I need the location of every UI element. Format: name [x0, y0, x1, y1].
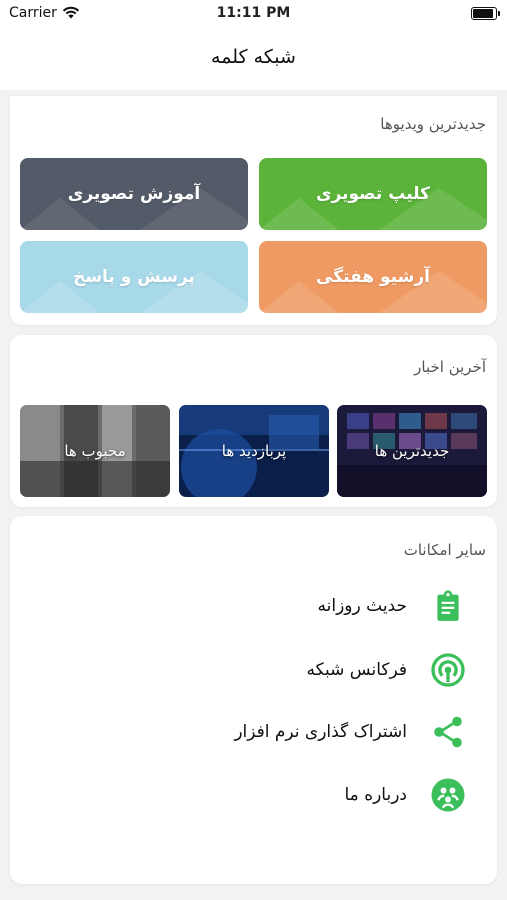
features-section-title: سایر امکانات	[403, 541, 486, 559]
clock: 11:11 PM	[216, 5, 291, 21]
menu-item-label: فرکانس شبکه	[306, 660, 407, 680]
videos-section-title: جدیدترین ویدیوها	[380, 115, 486, 133]
broadcast-icon	[429, 651, 467, 689]
news-card: آخرین اخبار جدیدترین ها پربازدید ها محبو…	[10, 335, 497, 507]
menu-item-daily-hadith[interactable]: حدیث روزانه	[67, 582, 467, 630]
status-bar: Carrier 11:11 PM	[0, 0, 507, 28]
about-icon	[429, 776, 467, 814]
tile-label: پرسش و پاسخ	[73, 267, 195, 287]
menu-item-label: درباره ما	[344, 785, 408, 805]
news-tile-label: پربازدید ها	[221, 442, 287, 460]
videos-card: جدیدترین ویدیوها کلیپ تصویری آموزش تصویر…	[10, 96, 497, 325]
clipboard-icon	[429, 587, 467, 625]
tile-weekly-archive[interactable]: آرشیو هفتگی	[259, 241, 487, 313]
menu-item-network-frequency[interactable]: فرکانس شبکه	[67, 646, 467, 694]
page-title: شبکه کلمه	[211, 46, 296, 68]
navigation-bar: شبکه کلمه	[0, 28, 507, 90]
news-tile-label: محبوب ها	[64, 442, 126, 460]
features-card: سایر امکانات حدیث روزانه فرکانس شبکه اشت…	[10, 516, 497, 884]
news-tile-popular[interactable]: محبوب ها	[20, 405, 170, 497]
news-section-title: آخرین اخبار	[414, 358, 486, 376]
tile-label: آموزش تصویری	[67, 184, 201, 204]
tile-clip-video[interactable]: کلیپ تصویری	[259, 158, 487, 230]
tile-label: کلیپ تصویری	[315, 184, 430, 204]
battery-icon	[471, 7, 500, 20]
menu-item-about-us[interactable]: درباره ما	[67, 771, 467, 819]
share-icon	[429, 713, 467, 751]
menu-item-share-app[interactable]: اشتراک گذاری نرم افزار	[67, 708, 467, 756]
menu-item-label: اشتراک گذاری نرم افزار	[234, 722, 407, 742]
tile-questions-answers[interactable]: پرسش و پاسخ	[20, 241, 248, 313]
tile-label: آرشیو هفتگی	[316, 267, 430, 287]
menu-item-label: حدیث روزانه	[317, 596, 407, 616]
news-tile-label: جدیدترین ها	[374, 442, 450, 460]
news-tile-most-viewed[interactable]: پربازدید ها	[179, 405, 329, 497]
news-tile-newest[interactable]: جدیدترین ها	[337, 405, 487, 497]
tile-video-tutorial[interactable]: آموزش تصویری	[20, 158, 248, 230]
